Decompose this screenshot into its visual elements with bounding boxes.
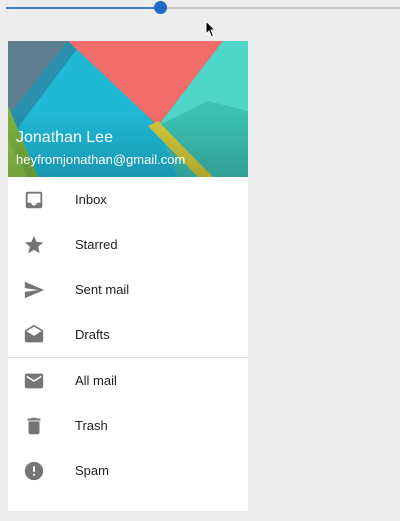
slider-thumb[interactable]: [154, 1, 167, 14]
menu-item-label: Drafts: [75, 327, 110, 342]
menu-item-starred[interactable]: Starred: [8, 222, 248, 267]
menu-item-label: Trash: [75, 418, 108, 433]
menu-item-sent-mail[interactable]: Sent mail: [8, 267, 248, 312]
mail-icon: [23, 370, 45, 392]
progress-slider[interactable]: [0, 0, 400, 16]
send-icon: [23, 279, 45, 301]
menu-item-label: Inbox: [75, 192, 107, 207]
menu-item-label: Sent mail: [75, 282, 130, 297]
menu-item-label: All mail: [75, 373, 117, 388]
menu-item-all-mail[interactable]: All mail: [8, 358, 248, 403]
star-icon: [23, 234, 45, 256]
account-email: heyfromjonathan@gmail.com: [16, 152, 186, 167]
menu-item-label: Starred: [75, 237, 118, 252]
trash-icon: [23, 415, 45, 437]
mouse-cursor-icon: [205, 20, 217, 38]
menu-item-trash[interactable]: Trash: [8, 403, 248, 448]
menu-item-label: Spam: [75, 463, 109, 478]
account-name: Jonathan Lee: [16, 129, 113, 146]
menu-list: Inbox Starred Sent mail Drafts All mail …: [8, 177, 248, 493]
inbox-icon: [23, 189, 45, 211]
account-header[interactable]: Jonathan Lee heyfromjonathan@gmail.com: [8, 41, 248, 177]
slider-fill: [6, 7, 160, 9]
spam-icon: [23, 460, 45, 482]
navigation-drawer: Jonathan Lee heyfromjonathan@gmail.com I…: [8, 41, 248, 511]
menu-item-inbox[interactable]: Inbox: [8, 177, 248, 222]
menu-item-spam[interactable]: Spam: [8, 448, 248, 493]
drafts-icon: [23, 324, 45, 346]
menu-item-drafts[interactable]: Drafts: [8, 312, 248, 357]
